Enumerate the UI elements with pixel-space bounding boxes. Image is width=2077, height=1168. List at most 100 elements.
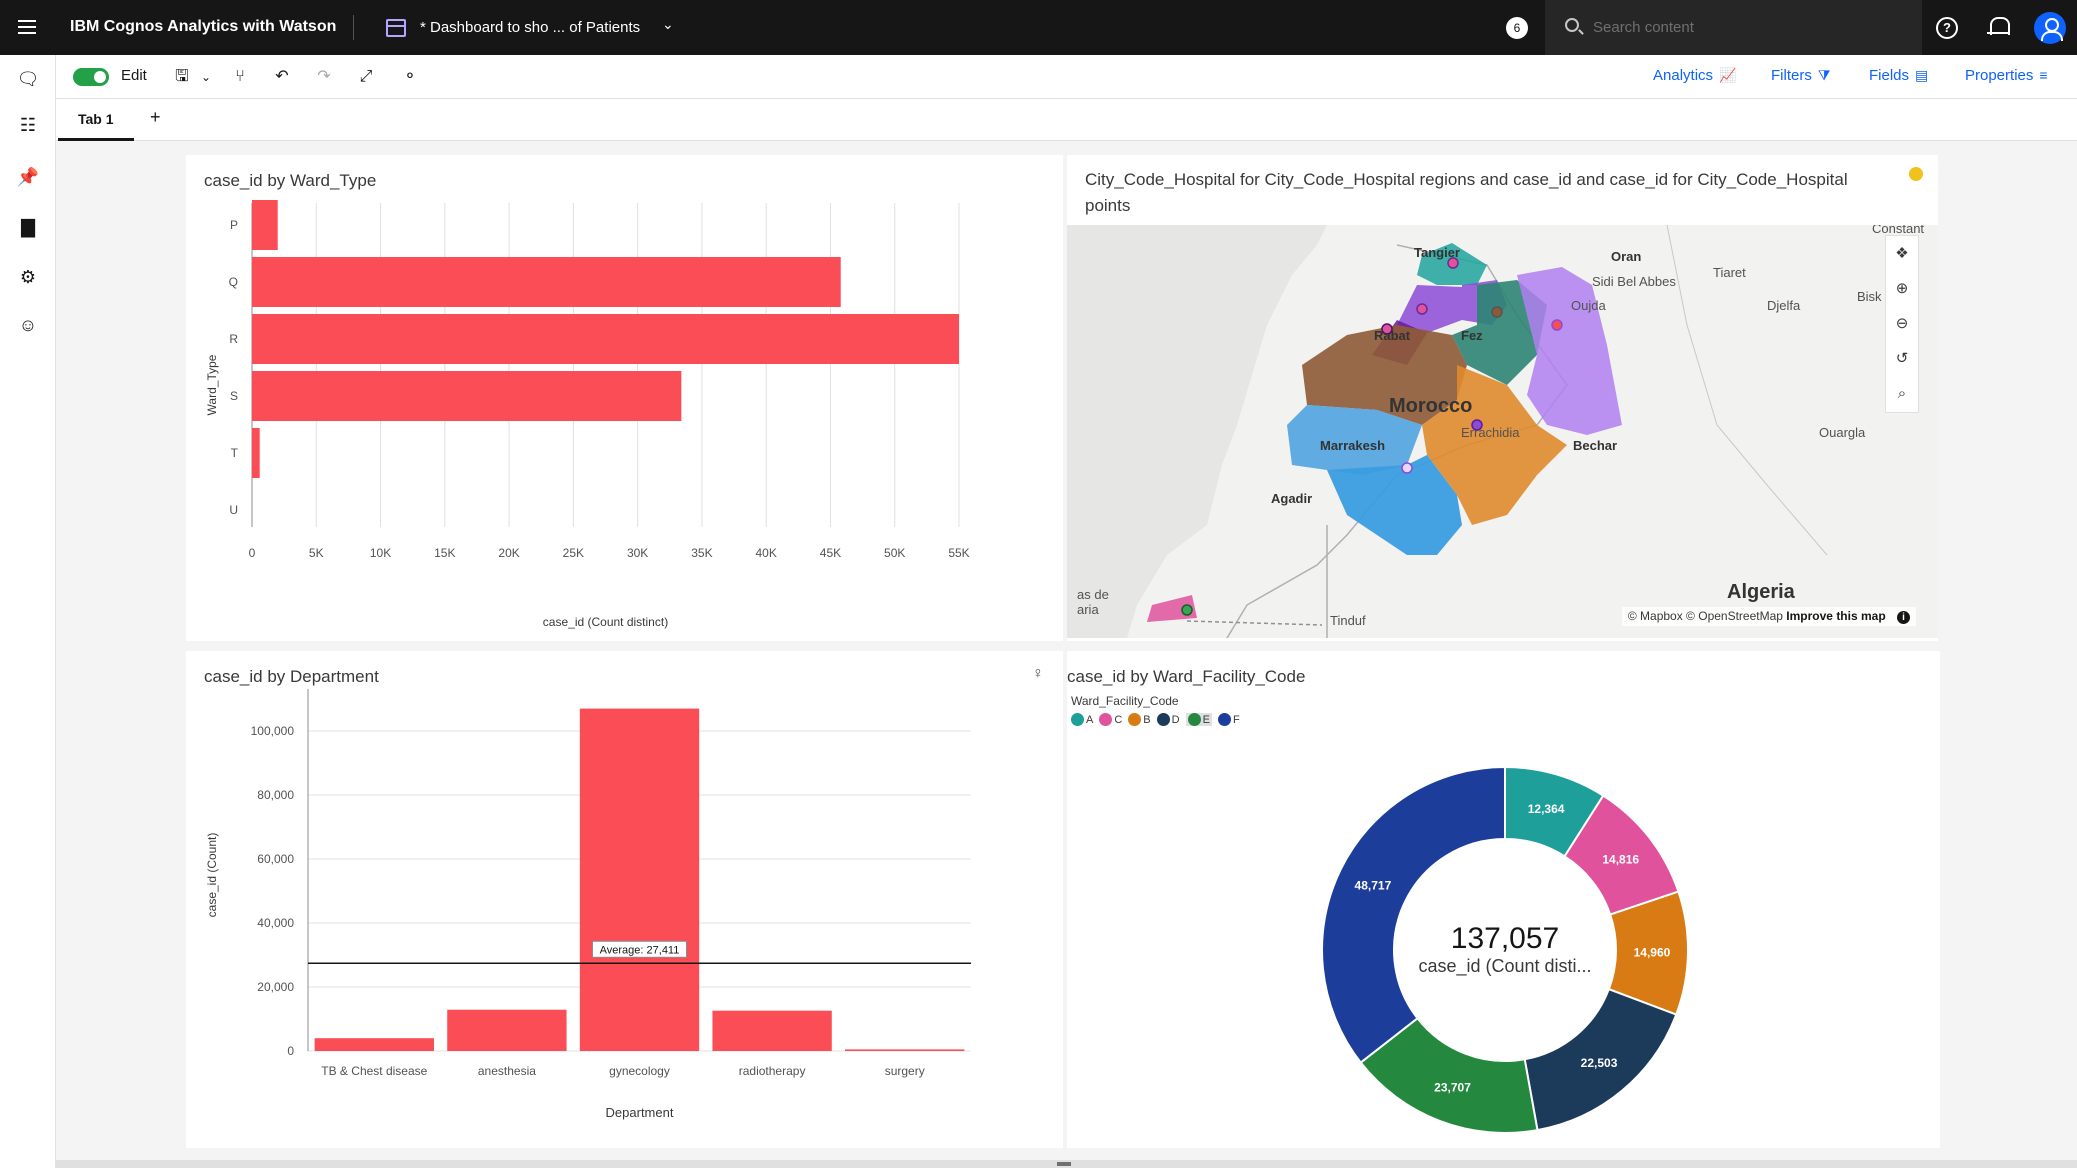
add-tab-button[interactable]: + — [150, 107, 161, 128]
map-point[interactable] — [1416, 303, 1428, 315]
save-menu-chevron-icon[interactable]: ⌄ — [194, 65, 218, 89]
map-label: Ouargla — [1819, 425, 1866, 440]
y-tick-label: Q — [229, 275, 238, 289]
map-point[interactable] — [1181, 604, 1193, 616]
bar — [447, 1009, 567, 1051]
slice-label: 12,364 — [1528, 802, 1565, 816]
x-tick-label: 25K — [563, 546, 584, 560]
ward-type-widget[interactable]: case_id by Ward_Type 0 5K 10K 15K 20K 25K 30K 3… — [186, 155, 1063, 641]
x-tick-label: 40K — [756, 546, 777, 560]
y-tick-label: U — [229, 503, 238, 517]
y-tick-label: 20,000 — [257, 980, 294, 994]
fullscreen-icon[interactable]: ⤢ — [354, 65, 378, 89]
widgets-icon[interactable]: ⚙ — [16, 265, 40, 289]
search-icon — [1565, 18, 1579, 32]
visualizations-icon[interactable]: ▇ — [16, 215, 40, 239]
bar — [579, 708, 700, 1051]
slice-label: 14,816 — [1602, 852, 1639, 866]
zoom-in-icon[interactable]: ⊕ — [1886, 271, 1918, 306]
average-label: Average: 27,411 — [600, 944, 680, 956]
y-axis-label: case_id (Count) — [205, 833, 219, 918]
scroll-thumb[interactable] — [1057, 1162, 1071, 1166]
map-label: Algeria — [1727, 581, 1795, 603]
map-label: Bisk — [1857, 289, 1882, 304]
map-label: Oran — [1611, 249, 1642, 264]
pin-icon[interactable]: 📌 — [16, 165, 40, 189]
dashboard-title[interactable]: * Dashboard to sho ... of Patients — [420, 19, 640, 36]
x-tick-label: 15K — [434, 546, 455, 560]
facility-widget[interactable]: case_id by Ward_Facility_Code Ward_Facil… — [1067, 651, 1940, 1148]
map-widget[interactable]: City_Code_Hospital for City_Code_Hospita… — [1067, 155, 1938, 641]
bar — [252, 257, 841, 307]
data-tree-icon[interactable]: ☷ — [16, 113, 40, 137]
x-tick-label: 20K — [498, 546, 519, 560]
bar — [845, 1049, 965, 1051]
y-tick-label: 100,000 — [251, 724, 295, 738]
bar — [252, 200, 278, 250]
y-tick-label: R — [229, 332, 238, 346]
search-input[interactable] — [1593, 14, 1893, 40]
comment-icon[interactable]: 🗨 — [16, 67, 40, 91]
bar — [252, 314, 959, 364]
map-label: Tinduf — [1330, 613, 1366, 628]
x-tick-label: 10K — [370, 546, 391, 560]
map-label: Errachidia — [1461, 425, 1520, 440]
x-tick-label: 55K — [948, 546, 969, 560]
filters-label: Filters — [1771, 67, 1812, 84]
drill-icon[interactable]: ⚬ — [398, 65, 422, 89]
save-icon[interactable]: 🖫 — [170, 65, 194, 89]
properties-button[interactable]: Properties ≡ — [1965, 67, 2048, 84]
map-label: Oujda — [1571, 298, 1606, 313]
filters-button[interactable]: Filters ⧩ — [1771, 67, 1830, 84]
top-bar: IBM Cognos Analytics with Watson * Dashb… — [0, 0, 2077, 55]
share-icon[interactable]: ⑂ — [228, 65, 252, 89]
user-avatar-icon[interactable] — [2034, 12, 2066, 44]
y-tick-label: T — [231, 446, 239, 460]
app-title: IBM Cognos Analytics with Watson — [70, 18, 337, 35]
y-tick-label: 80,000 — [257, 788, 294, 802]
map-point[interactable] — [1401, 462, 1413, 474]
department-widget[interactable]: case_id by Department ♀ 0 20,000 40,000 60,… — [186, 651, 1063, 1148]
tab-1[interactable]: Tab 1 — [58, 99, 134, 141]
properties-label: Properties — [1965, 67, 2034, 84]
edit-toggle[interactable] — [73, 68, 109, 86]
redo-icon[interactable]: ↷ — [312, 65, 336, 89]
fields-button[interactable]: Fields ▤ — [1869, 67, 1928, 84]
y-tick-label: 60,000 — [257, 852, 294, 866]
bar — [712, 1010, 832, 1051]
map-label: Djelfa — [1767, 298, 1801, 313]
warning-icon[interactable] — [1909, 167, 1923, 181]
map-point[interactable] — [1551, 319, 1563, 331]
map-label: Tiaret — [1713, 265, 1746, 280]
notifications-bell-icon[interactable] — [1987, 15, 2010, 39]
assistant-icon[interactable]: ☺ — [16, 313, 40, 337]
y-tick-label: S — [230, 389, 238, 403]
map-point[interactable] — [1491, 306, 1503, 318]
donut-total: 137,057 — [1451, 922, 1559, 955]
info-icon[interactable]: i — [1897, 611, 1910, 624]
improve-map-link[interactable]: Improve this map — [1786, 609, 1885, 623]
x-tick-label: TB & Chest disease — [321, 1064, 427, 1078]
x-tick-label: 35K — [691, 546, 712, 560]
toolbar: Edit 🖫 ⌄ ⑂ ↶ ↷ ⤢ ⚬ Analytics 📈 Filters ⧩ F… — [56, 55, 2077, 99]
undo-icon[interactable]: ↶ — [270, 65, 294, 89]
zoom-out-icon[interactable]: ⊖ — [1886, 306, 1918, 341]
x-tick-label: anesthesia — [478, 1064, 536, 1078]
horizontal-scrollbar[interactable] — [56, 1160, 2077, 1168]
help-icon[interactable]: ? — [1936, 17, 1958, 39]
slice-label: 14,960 — [1634, 946, 1671, 960]
chevron-down-icon[interactable]: ⌄ — [662, 16, 674, 33]
x-tick-label: 30K — [627, 546, 648, 560]
hamburger-menu-icon[interactable] — [14, 14, 40, 40]
reset-view-icon[interactable]: ↺ — [1886, 341, 1918, 376]
x-tick-label: radiotherapy — [739, 1064, 806, 1078]
layers-icon[interactable]: ❖ — [1886, 236, 1918, 271]
analytics-button[interactable]: Analytics 📈 — [1653, 67, 1736, 84]
map-search-icon[interactable]: ⌕ — [1886, 376, 1918, 411]
x-tick-label: 0 — [249, 546, 256, 560]
x-axis-label: case_id (Count distinct) — [543, 615, 668, 629]
notification-count-badge[interactable]: 6 — [1506, 17, 1528, 39]
ward-type-bar-chart: 0 5K 10K 15K 20K 25K 30K 35K 40K 45K 50K 55K P Q R S T Uc… — [205, 200, 970, 629]
map-label: as de aria — [1077, 587, 1109, 617]
map-area[interactable]: Tangier Oran Sidi Bel Abbes Tiaret Oujda… — [1067, 225, 1938, 638]
